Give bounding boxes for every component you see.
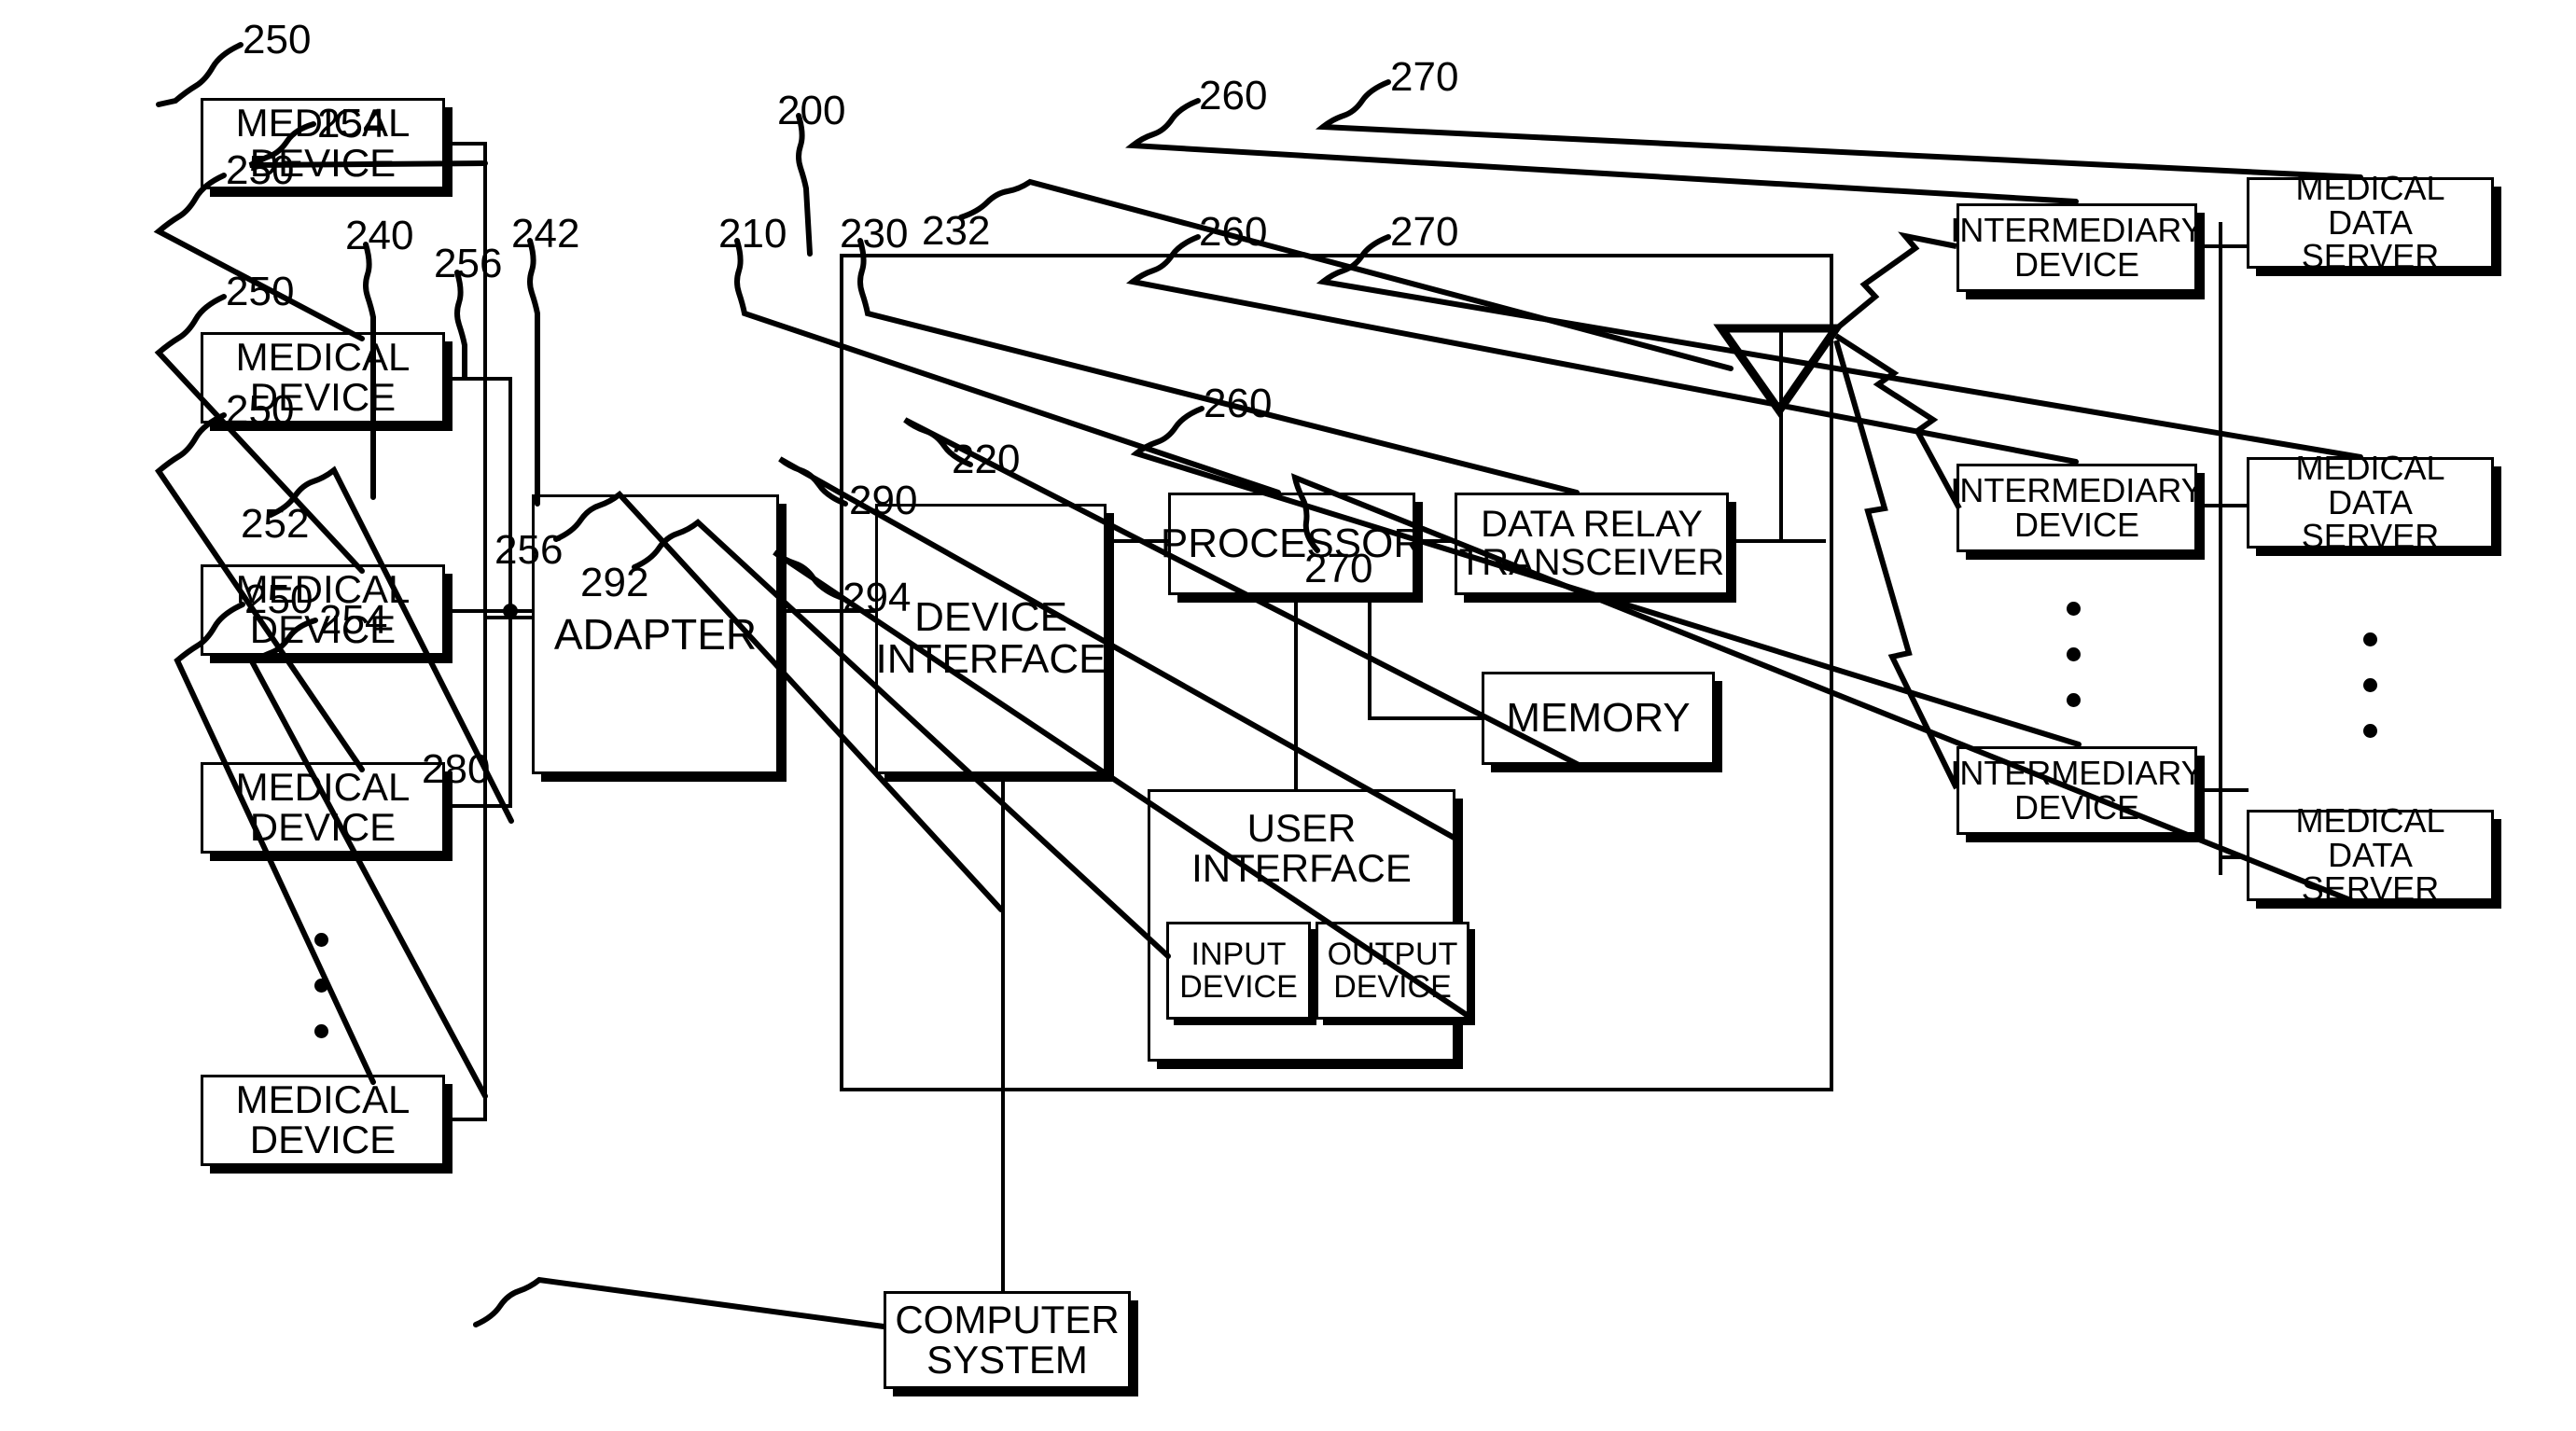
data-relay-transceiver-label: DATA RELAY TRANSCEIVER: [1458, 504, 1725, 583]
ref-numeral-md3: 250: [226, 269, 295, 314]
wire-antenna-feed: [1779, 331, 1783, 541]
bus-junction-dot: [503, 604, 518, 618]
wire-md5-out: [445, 1118, 487, 1121]
medical-devices-ellipsis: [314, 933, 328, 1070]
medical-data-server-3: MEDICAL DATA SERVER: [2247, 803, 2494, 906]
ref-numeral-srv1: 270: [1390, 54, 1459, 100]
ref-numeral-l254a: 254: [317, 101, 386, 146]
processor-label: PROCESSOR: [1160, 520, 1424, 566]
output-device-label: OUTPUT DEVICE: [1327, 936, 1458, 1005]
ref-numeral-trans: 230: [840, 211, 909, 257]
ref-numeral-srv2: 270: [1390, 209, 1459, 255]
wire-int3-to-bus: [2197, 788, 2249, 792]
ref-numeral-l256a: 256: [434, 241, 503, 286]
intermediary-device-1: INTERMEDIARY DEVICE: [1950, 203, 2204, 292]
medical-data-server-label: MEDICAL DATA SERVER: [2295, 168, 2445, 276]
output-device-block: OUTPUT DEVICE: [1316, 922, 1469, 1020]
medical-data-server-label: MEDICAL DATA SERVER: [2295, 800, 2445, 909]
medical-data-servers-ellipsis: [2363, 632, 2377, 770]
adapter-label: ADAPTER: [553, 609, 758, 659]
ref-numeral-srv3: 270: [1304, 546, 1373, 591]
medical-device-label: MEDICAL DEVICE: [235, 1077, 411, 1161]
ref-numeral-proc: 210: [718, 211, 787, 257]
wire-device-interface-to-processor: [1107, 539, 1168, 543]
medical-data-server-label: MEDICAL DATA SERVER: [2295, 448, 2445, 556]
wire-transceiver-to-antenna: [1729, 539, 1826, 543]
memory-label: MEMORY: [1506, 694, 1691, 741]
ref-numeral-devint: 242: [511, 211, 580, 257]
wire-md3-to-adapter: [445, 609, 532, 613]
ref-numeral-ui: 290: [849, 478, 918, 523]
rf-links: [1831, 231, 1962, 790]
ref-numeral-md5: 250: [244, 577, 313, 622]
intermediary-devices-ellipsis: [2067, 602, 2081, 739]
wire-to-memory: [1368, 716, 1483, 720]
wire-int1-to-bus: [2197, 244, 2249, 248]
intermediary-device-2: INTERMEDIARY DEVICE: [1950, 464, 2204, 552]
wire-md4-out: [445, 804, 512, 808]
ref-numeral-adapter: 240: [345, 213, 414, 258]
ref-numeral-outp: 294: [842, 575, 912, 620]
ref-numeral-l256b: 256: [494, 527, 564, 573]
processor-block: PROCESSOR: [1161, 493, 1423, 595]
intermediary-device-label: INTERMEDIARY DEVICE: [1950, 470, 2204, 544]
ref-numeral-sys: 200: [777, 88, 846, 133]
medical-device-label: MEDICAL DEVICE: [235, 765, 411, 849]
adapter-block: ADAPTER: [532, 494, 779, 774]
ref-numeral-l254b: 254: [319, 597, 388, 643]
wire-server-bus: [2219, 222, 2222, 875]
ref-numeral-md1: 250: [243, 17, 312, 63]
ref-numeral-int1: 260: [1199, 73, 1268, 118]
memory-block: MEMORY: [1482, 672, 1715, 765]
ref-numeral-ant: 232: [922, 208, 991, 254]
wire-bus-to-srv3: [2219, 855, 2249, 859]
wire-md2-out: [445, 377, 512, 381]
intermediary-device-3: INTERMEDIARY DEVICE: [1950, 746, 2204, 835]
ref-numeral-mem: 220: [952, 437, 1021, 482]
wire-md1-out: [445, 142, 487, 146]
wire-device-interface-down: [1001, 774, 1005, 1292]
computer-system-label: COMPUTER SYSTEM: [895, 1297, 1120, 1382]
medical-device-4: MEDICAL DEVICE: [201, 762, 445, 854]
wire-processor-down-memory: [1368, 595, 1372, 718]
device-interface-block: DEVICE INTERFACE: [875, 504, 1107, 774]
ref-numeral-int2: 260: [1199, 209, 1268, 255]
input-device-block: INPUT DEVICE: [1166, 922, 1311, 1020]
user-interface-label: USER INTERFACE: [1191, 806, 1412, 890]
medical-data-server-2: MEDICAL DATA SERVER: [2247, 451, 2494, 553]
ref-numeral-int3: 260: [1204, 381, 1273, 426]
ref-numeral-md2: 250: [226, 147, 295, 193]
ref-numeral-comp: 280: [422, 746, 491, 792]
data-relay-transceiver-block: DATA RELAY TRANSCEIVER: [1455, 493, 1729, 595]
input-device-label: INPUT DEVICE: [1179, 936, 1298, 1005]
wire-bus-254: [483, 142, 487, 1119]
ref-numeral-md4: 250: [226, 387, 295, 433]
wire-int2-to-bus: [2197, 504, 2249, 507]
patent-figure: MEDICAL DEVICE MEDICAL DEVICE MEDICAL DE…: [0, 0, 2576, 1431]
wire-processor-down-ui: [1294, 595, 1298, 791]
intermediary-device-label: INTERMEDIARY DEVICE: [1950, 753, 2204, 827]
intermediary-device-label: INTERMEDIARY DEVICE: [1950, 210, 2204, 284]
wire-bus-252: [508, 377, 512, 806]
ref-numeral-l252: 252: [241, 501, 310, 547]
medical-device-5: MEDICAL DEVICE: [201, 1075, 445, 1166]
computer-system-block: COMPUTER SYSTEM: [884, 1291, 1131, 1389]
ref-numeral-inp: 292: [580, 560, 649, 605]
medical-data-server-1: MEDICAL DATA SERVER: [2247, 171, 2494, 273]
